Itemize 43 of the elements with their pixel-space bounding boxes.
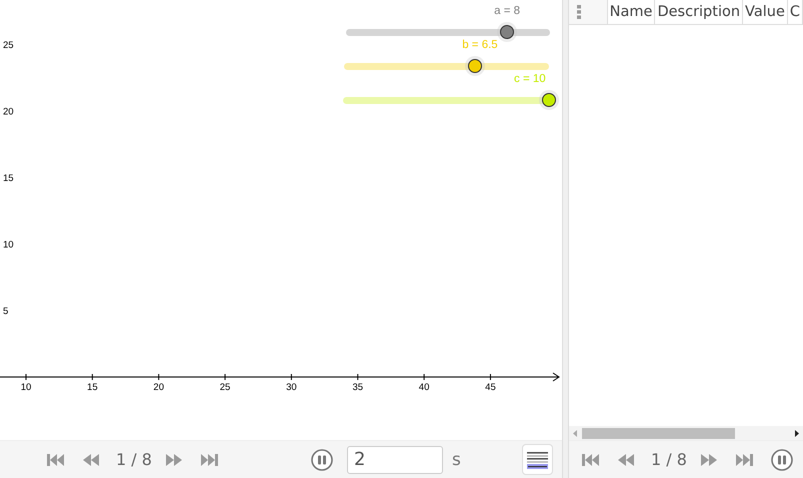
axis-label: 40: [418, 382, 430, 393]
algebra-view-button[interactable]: [522, 444, 553, 475]
step-counter: 1 / 8: [651, 450, 685, 469]
rewind-icon[interactable]: [83, 454, 100, 466]
axis-label: 10: [20, 382, 32, 393]
column-header: Description: [655, 0, 744, 24]
fast-forward-icon[interactable]: [701, 454, 718, 466]
axis-label: 10: [3, 240, 14, 250]
unit-label: s: [452, 450, 461, 470]
skip-to-start-icon[interactable]: [582, 454, 600, 466]
pause-icon[interactable]: [771, 448, 793, 470]
scroll-right-icon[interactable]: [795, 430, 799, 436]
axis-label: 25: [220, 382, 230, 393]
pause-icon[interactable]: [311, 448, 333, 470]
speed-field[interactable]: 2: [347, 446, 443, 474]
slider-label: c = 10: [514, 73, 546, 85]
column-header: Name: [608, 0, 656, 24]
slider-thumb[interactable]: [468, 59, 482, 73]
fast-forward-icon[interactable]: [166, 454, 183, 466]
slider-thumb[interactable]: [542, 93, 556, 107]
skip-to-start-icon[interactable]: [47, 454, 65, 466]
slider-thumb[interactable]: [500, 25, 514, 39]
horizontal-scrollbar[interactable]: [569, 426, 803, 440]
axis-label: 15: [3, 173, 14, 184]
scrollbar-thumb[interactable]: [582, 428, 735, 438]
column-header: Value: [743, 0, 788, 24]
step-counter: 1 / 8: [116, 450, 150, 469]
axis-label: 20: [153, 382, 164, 393]
axis-label: 45: [485, 382, 496, 393]
axis-label: 15: [87, 382, 98, 393]
skip-to-end-icon[interactable]: [201, 454, 219, 466]
skip-to-end-icon[interactable]: [736, 454, 754, 466]
drag-handle-icon[interactable]: [577, 5, 581, 19]
axis-label: 20: [3, 106, 14, 118]
rewind-icon[interactable]: [618, 454, 635, 466]
column-header: C: [788, 0, 803, 24]
slider-label: b = 6.5: [462, 39, 498, 51]
axis-label: 35: [352, 382, 364, 393]
scroll-left-icon[interactable]: [573, 430, 577, 436]
axis-label: 30: [286, 382, 297, 393]
axis-label: 25: [3, 40, 14, 51]
slider-label: a = 8: [494, 5, 520, 17]
axis-label: 5: [3, 306, 8, 317]
